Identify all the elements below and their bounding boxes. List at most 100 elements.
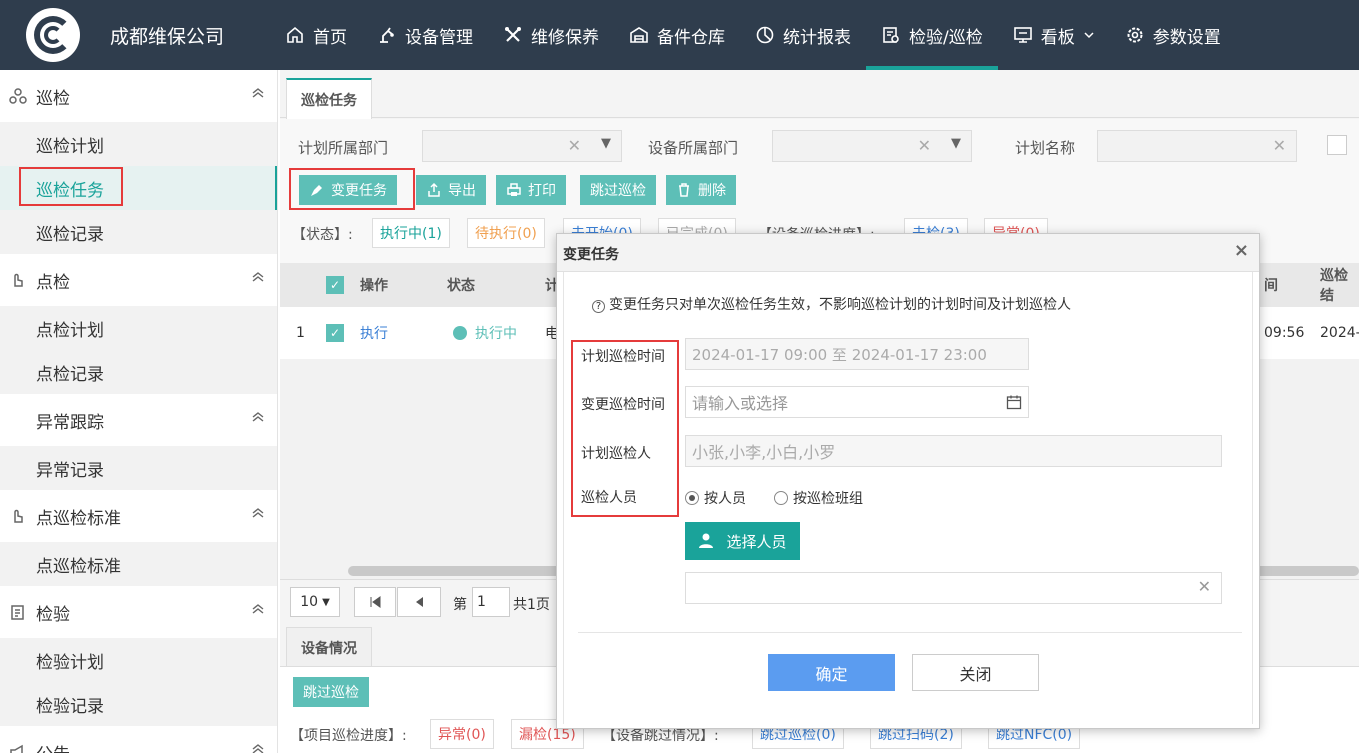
radio-by-team[interactable]: 按巡检班组	[774, 488, 863, 508]
check-icon: ✓	[326, 324, 344, 342]
chevron-up-icon	[252, 508, 264, 518]
skip-patrol-button[interactable]: 跳过巡检	[580, 175, 656, 205]
sidebar-group-exception[interactable]: 异常跟踪	[0, 394, 277, 446]
chevron-down-icon	[1084, 32, 1094, 39]
add-user-icon	[699, 533, 717, 548]
status-tag-running[interactable]: 执行中(1)	[372, 218, 450, 248]
warehouse-icon	[630, 27, 648, 43]
clipboard-icon	[11, 605, 24, 620]
selected-persons-input[interactable]: ✕	[685, 572, 1222, 604]
sidebar-item-label: 检验记录	[36, 696, 104, 717]
filter-checkbox[interactable]	[1327, 135, 1347, 155]
dialog-divider	[578, 632, 1242, 633]
filter-equip-dept-select[interactable]: ✕ ▼	[772, 130, 972, 162]
tab-patrol-task[interactable]: 巡检任务	[286, 78, 372, 119]
export-button[interactable]: 导出	[416, 175, 486, 205]
radio-by-person[interactable]: 按人员	[685, 488, 746, 508]
lower-progress-label: 【项目巡检进度】:	[290, 728, 407, 744]
nav-equipment[interactable]: 设备管理	[362, 0, 488, 70]
sidebar-group-label: 检验	[36, 604, 70, 625]
sidebar-item-inspection-plan[interactable]: 检验计划	[0, 638, 277, 682]
sidebar-item-patrol-plan[interactable]: 巡检计划	[0, 122, 277, 166]
delete-button[interactable]: 删除	[666, 175, 736, 205]
gear-icon	[1127, 27, 1143, 43]
highlight-box-labels	[571, 340, 679, 517]
clear-icon[interactable]: ✕	[918, 136, 931, 155]
filter-plan-name-input[interactable]: ✕	[1097, 130, 1297, 162]
close-button[interactable]: 关闭	[912, 654, 1039, 691]
first-page-button[interactable]	[354, 587, 396, 617]
plan-time-field: 2024-01-17 09:00 至 2024-01-17 23:00	[685, 338, 1029, 370]
page-number-input[interactable]: 1	[472, 587, 510, 617]
status-tag-pending[interactable]: 待执行(0)	[467, 218, 545, 248]
chevron-up-icon	[252, 744, 264, 753]
sidebar-item-label: 巡检记录	[36, 224, 104, 245]
check-icon: ✓	[326, 276, 344, 294]
plan-person-value: 小张,小李,小白,小罗	[692, 443, 836, 462]
chevron-up-icon	[252, 604, 264, 614]
sidebar-item-spot-plan[interactable]: 点检计划	[0, 306, 277, 350]
filter-dept-select[interactable]: ✕ ▼	[422, 130, 622, 162]
lower-tag-exception[interactable]: 异常(0)	[430, 719, 494, 749]
main-nav: 首页 设备管理 维修保养 备件仓库 统计报表 检验/巡检 看板 参数设置	[270, 0, 1236, 70]
sidebar-item-patrol-record[interactable]: 巡检记录	[0, 210, 277, 254]
clear-icon[interactable]: ✕	[1273, 136, 1286, 155]
nav-warehouse[interactable]: 备件仓库	[614, 0, 740, 70]
chevron-up-icon	[252, 412, 264, 422]
sidebar-group-inspection[interactable]: 检验	[0, 586, 277, 638]
nav-dashboard[interactable]: 看板	[998, 0, 1110, 70]
header-checkbox[interactable]: ✓	[326, 263, 344, 307]
nav-reports[interactable]: 统计报表	[740, 0, 866, 70]
nav-inspection[interactable]: 检验/巡检	[866, 0, 998, 70]
print-button[interactable]: 打印	[496, 175, 566, 205]
dialog-header: 变更任务 ×	[557, 234, 1259, 272]
radio-selected-icon	[685, 491, 699, 505]
sidebar-group-spot-check[interactable]: 点检	[0, 254, 277, 306]
sidebar-item-standard[interactable]: 点巡检标准	[0, 542, 277, 586]
lower-skip-button[interactable]: 跳过巡检	[293, 677, 369, 707]
change-time-input[interactable]: 请输入或选择	[685, 386, 1029, 418]
hand-pointer-icon	[14, 273, 23, 287]
sidebar-item-inspection-record[interactable]: 检验记录	[0, 682, 277, 726]
sidebar-group-label: 公告	[36, 740, 70, 753]
tab-equipment-status[interactable]: 设备情况	[286, 627, 372, 667]
dialog-title: 变更任务	[563, 247, 619, 263]
row-checkbox[interactable]: ✓	[326, 307, 344, 359]
clear-icon[interactable]: ✕	[568, 136, 581, 155]
close-icon[interactable]: ×	[1234, 240, 1249, 261]
sidebar-group-notice[interactable]: 公告	[0, 726, 277, 753]
question-icon: ?	[592, 300, 605, 313]
col-time: 间	[1264, 278, 1278, 294]
chevron-down-icon: ▼	[951, 136, 961, 151]
nav-home-label: 首页	[313, 27, 347, 48]
prev-page-icon	[416, 597, 423, 607]
select-person-button[interactable]: 选择人员	[685, 522, 800, 560]
inspection-icon	[883, 27, 899, 43]
sidebar-item-exception-record[interactable]: 异常记录	[0, 446, 277, 490]
calendar-icon[interactable]	[1006, 394, 1022, 410]
sidebar-item-spot-record[interactable]: 点检记录	[0, 350, 277, 394]
chevron-up-icon	[252, 272, 264, 282]
dialog-notice: ? 变更任务只对单次巡检任务生效，不影响巡检计划的计划时间及计划巡检人	[592, 294, 1071, 314]
first-page-icon	[370, 596, 381, 608]
filter-dept-label: 计划所属部门	[298, 139, 389, 157]
clear-icon[interactable]: ✕	[1198, 577, 1211, 596]
page-size-select[interactable]: 10 ▼	[290, 587, 340, 617]
nav-equipment-label: 设备管理	[405, 27, 473, 48]
nav-home[interactable]: 首页	[270, 0, 362, 70]
prev-page-button[interactable]	[397, 587, 441, 617]
sidebar-item-label: 巡检计划	[36, 136, 104, 157]
plan-person-field: 小张,小李,小白,小罗	[685, 435, 1222, 467]
company-name: 成都维保公司	[110, 26, 225, 48]
confirm-button[interactable]: 确定	[768, 654, 895, 691]
sidebar-group-patrol[interactable]: 巡检	[0, 70, 277, 122]
row-execute-link[interactable]: 执行	[360, 307, 388, 359]
nav-maintenance-label: 维修保养	[531, 27, 599, 48]
status-dot-icon	[453, 326, 467, 340]
nav-maintenance[interactable]: 维修保养	[488, 0, 614, 70]
nav-settings[interactable]: 参数设置	[1110, 0, 1236, 70]
sidebar-group-standard[interactable]: 点巡检标准	[0, 490, 277, 542]
col-end: 巡检结	[1320, 268, 1348, 304]
row-status: 执行中	[453, 307, 517, 359]
change-time-placeholder: 请输入或选择	[692, 394, 789, 413]
